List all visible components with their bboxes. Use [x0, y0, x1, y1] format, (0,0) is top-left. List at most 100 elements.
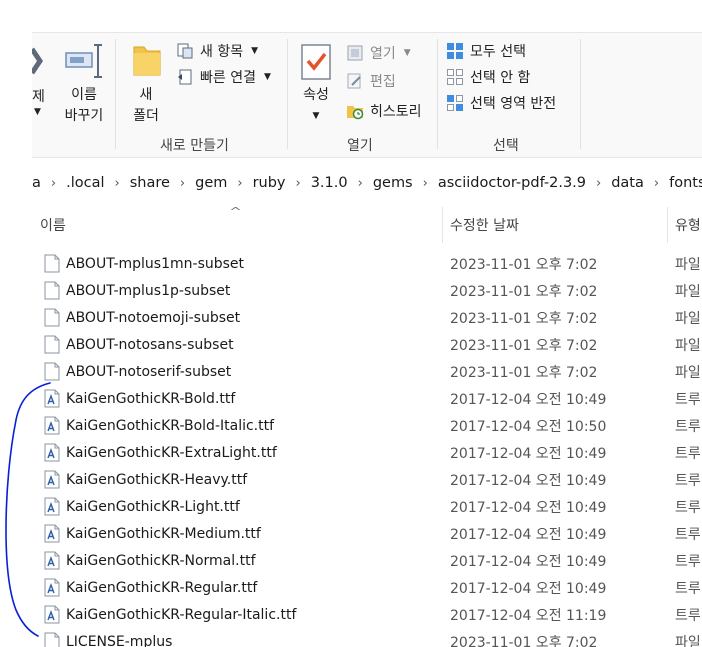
breadcrumb-item[interactable]: 3.1.0 — [311, 175, 348, 191]
edit-button[interactable]: 편집 — [346, 71, 396, 91]
file-type: 트루 — [675, 472, 701, 489]
breadcrumb-chevron-icon[interactable]: › — [423, 176, 428, 191]
invert-selection-button[interactable]: 선택 영역 반전 — [446, 93, 556, 113]
file-name: ABOUT-notoserif-subset — [66, 363, 232, 380]
breadcrumb-chevron-icon[interactable]: › — [596, 176, 601, 191]
rename-label-line1: 이름 — [71, 87, 97, 103]
file-name: KaiGenGothicKR-ExtraLight.ttf — [66, 444, 277, 461]
easy-access-label: 빠른 연결 — [200, 70, 256, 86]
file-row[interactable]: KaiGenGothicKR-ExtraLight.ttf 2017-12-04 … — [32, 439, 702, 466]
rename-icon[interactable] — [64, 43, 104, 79]
breadcrumb-item[interactable]: .local — [66, 175, 104, 191]
properties-icon[interactable] — [300, 43, 332, 81]
breadcrumb-item[interactable]: ruby — [253, 175, 286, 191]
breadcrumb-item[interactable]: share — [130, 175, 170, 191]
delete-button-label[interactable]: 제 — [32, 86, 45, 106]
breadcrumb-fragment[interactable]: a — [32, 175, 41, 191]
column-header-name[interactable]: 이름 — [40, 207, 66, 243]
file-row[interactable]: KaiGenGothicKR-Light.ttf 2017-12-04 오전 10… — [32, 493, 702, 520]
chevron-down-icon: ▼ — [263, 72, 271, 82]
column-divider[interactable] — [442, 207, 443, 243]
properties-button[interactable]: 속성 ▼ — [294, 85, 338, 127]
file-date: 2023-11-01 오후 7:02 — [450, 337, 598, 354]
breadcrumb-chevron-icon[interactable]: › — [180, 176, 185, 191]
file-date: 2017-12-04 오전 10:49 — [450, 472, 607, 489]
file-row[interactable]: KaiGenGothicKR-Normal.ttf 2017-12-04 오전 1… — [32, 547, 702, 574]
file-date: 2023-11-01 오후 7:02 — [450, 283, 598, 300]
breadcrumb-chevron-icon[interactable]: › — [237, 176, 242, 191]
file-row[interactable]: KaiGenGothicKR-Heavy.ttf 2017-12-04 오전 10… — [32, 466, 702, 493]
file-name: KaiGenGothicKR-Heavy.ttf — [66, 471, 248, 488]
file-row[interactable]: LICENSE-mplus 2023-11-01 오후 7:02 파일 — [32, 628, 702, 647]
breadcrumb-item[interactable]: gem — [195, 175, 227, 191]
delete-dropdown-caret[interactable]: ▼ — [34, 107, 41, 117]
file-row[interactable]: ABOUT-mplus1mn-subset 2023-11-01 오후 7:02 파… — [32, 250, 702, 277]
font-file-icon — [44, 578, 60, 597]
column-header-type[interactable]: 유형 — [675, 207, 701, 243]
invert-selection-icon — [447, 95, 463, 111]
new-item-label: 새 항목 — [200, 44, 244, 60]
file-type: 파일 — [675, 337, 701, 354]
file-type: 파일 — [675, 310, 701, 327]
open-label: 열기 — [370, 46, 396, 62]
delete-icon[interactable] — [32, 45, 54, 77]
file-name: KaiGenGothicKR-Regular-Italic.ttf — [66, 606, 297, 623]
new-folder-icon[interactable] — [132, 43, 162, 79]
file-row[interactable]: KaiGenGothicKR-Bold.ttf 2017-12-04 오전 10:… — [32, 385, 702, 412]
chevron-down-icon: ▼ — [251, 46, 259, 56]
breadcrumb-chevron-icon[interactable]: › — [115, 176, 120, 191]
breadcrumb-chevron-icon[interactable]: › — [51, 176, 56, 191]
breadcrumb-item[interactable]: data — [611, 175, 644, 191]
file-row[interactable]: KaiGenGothicKR-Bold-Italic.ttf 2017-12-04… — [32, 412, 702, 439]
file-date: 2023-11-01 오후 7:02 — [450, 310, 598, 327]
column-divider[interactable] — [667, 207, 668, 243]
file-row[interactable]: ABOUT-mplus1p-subset 2023-11-01 오후 7:02 파일 — [32, 277, 702, 304]
file-row[interactable]: KaiGenGothicKR-Medium.ttf 2017-12-04 오전 1… — [32, 520, 702, 547]
font-file-icon — [44, 389, 60, 408]
file-type: 트루 — [675, 499, 701, 516]
new-folder-button[interactable]: 새 폴더 — [124, 85, 168, 127]
column-header-date-label: 수정한 날짜 — [450, 218, 519, 234]
rename-button[interactable]: 이름 바꾸기 — [60, 85, 108, 127]
file-icon — [44, 362, 60, 381]
breadcrumb-item[interactable]: fonts — [669, 175, 702, 191]
file-date: 2017-12-04 오전 10:50 — [450, 418, 607, 435]
ribbon: 제 ▼ 이름 바꾸기 새 폴더 새 항목 ▼ 빠른 연결 ▼ 새로 만들기 속성… — [32, 32, 702, 158]
history-label: 히스토리 — [370, 104, 422, 120]
file-icon — [44, 308, 60, 327]
group-separator — [580, 39, 581, 149]
file-date: 2017-12-04 오전 10:49 — [450, 553, 607, 570]
easy-access-button[interactable]: 빠른 연결 ▼ — [176, 67, 271, 87]
file-row[interactable]: KaiGenGothicKR-Regular-Italic.ttf 2017-12… — [32, 601, 702, 628]
column-header-date[interactable]: 수정한 날짜 — [450, 207, 519, 243]
file-row[interactable]: KaiGenGothicKR-Regular.ttf 2017-12-04 오전 … — [32, 574, 702, 601]
font-file-icon — [44, 497, 60, 516]
open-button[interactable]: 열기 ▼ — [346, 43, 411, 63]
breadcrumb-chevron-icon[interactable]: › — [358, 176, 363, 191]
font-file-icon — [44, 470, 60, 489]
chevron-down-icon: ▼ — [312, 111, 320, 121]
select-none-button[interactable]: 선택 안 함 — [446, 67, 530, 87]
file-date: 2017-12-04 오전 10:49 — [450, 499, 607, 516]
file-name: ABOUT-notoemoji-subset — [66, 309, 241, 326]
history-button[interactable]: 히스토리 — [346, 101, 422, 121]
font-file-icon — [44, 605, 60, 624]
history-icon — [347, 106, 364, 120]
file-row[interactable]: ABOUT-notosans-subset 2023-11-01 오후 7:02 파… — [32, 331, 702, 358]
group-separator — [115, 39, 116, 149]
file-type: 트루 — [675, 418, 701, 435]
breadcrumb-item[interactable]: gems — [373, 175, 413, 191]
file-name: ABOUT-mplus1p-subset — [66, 282, 231, 299]
breadcrumb-chevron-icon[interactable]: › — [296, 176, 301, 191]
file-row[interactable]: ABOUT-notoserif-subset 2023-11-01 오후 7:02… — [32, 358, 702, 385]
select-all-button[interactable]: 모두 선택 — [446, 41, 526, 61]
font-file-icon — [44, 443, 60, 462]
file-type: 트루 — [675, 526, 701, 543]
address-bar[interactable]: a › .local › share › gem › ruby › 3.1.0 › gems › asci… — [32, 167, 702, 199]
file-type: 트루 — [675, 607, 701, 624]
file-row[interactable]: ABOUT-notoemoji-subset 2023-11-01 오후 7:02… — [32, 304, 702, 331]
open-group-label: 열기 — [347, 138, 373, 154]
breadcrumb-item[interactable]: asciidoctor-pdf-2.3.9 — [438, 175, 586, 191]
new-item-button[interactable]: 새 항목 ▼ — [176, 41, 258, 61]
breadcrumb-chevron-icon[interactable]: › — [654, 176, 659, 191]
